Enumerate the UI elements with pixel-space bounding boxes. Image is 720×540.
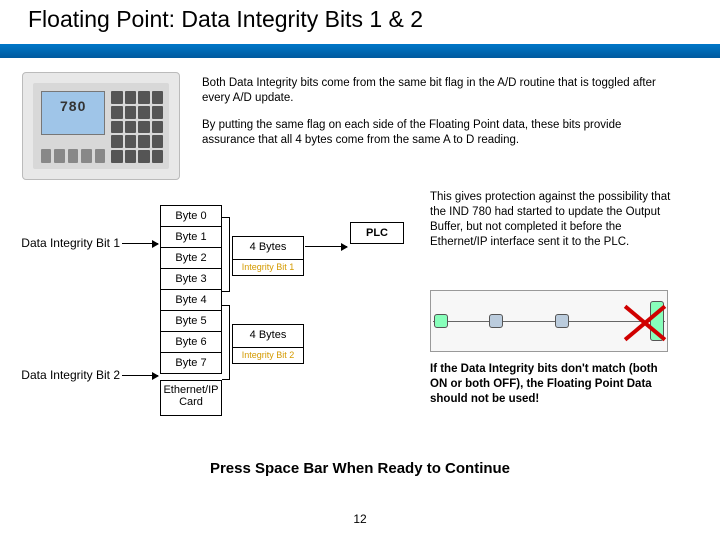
byte-cell: Byte 0: [160, 205, 222, 227]
group-1: 4 Bytes Integrity Bit 1: [232, 236, 304, 276]
byte-cell: Byte 7: [160, 352, 222, 374]
page-number: 12: [0, 512, 720, 526]
plc-label: PLC: [350, 222, 404, 244]
header-accent-bar: [0, 44, 720, 58]
device-illustration: 780: [22, 72, 180, 180]
device-keypad: [111, 91, 163, 163]
byte-cell: Byte 4: [160, 289, 222, 311]
bus-diagram: [430, 290, 668, 352]
continue-prompt: Press Space Bar When Ready to Continue: [0, 460, 720, 477]
byte-column: Byte 0 Byte 1 Byte 2 Byte 3 Byte 4 Byte …: [160, 206, 222, 416]
side-paragraph-1: This gives protection against the possib…: [430, 190, 676, 250]
group-bytes-label: 4 Bytes: [233, 237, 303, 259]
page-title: Floating Point: Data Integrity Bits 1 & …: [28, 6, 702, 37]
integrity-bit-1-label: Integrity Bit 1: [233, 259, 303, 275]
intro-paragraph-2: By putting the same flag on each side of…: [202, 118, 672, 148]
group-bytes-label: 4 Bytes: [233, 325, 303, 347]
side-paragraph-2: If the Data Integrity bits don't match (…: [430, 362, 676, 407]
device-softkeys: [41, 149, 105, 163]
byte-cell: Byte 1: [160, 226, 222, 248]
ethernet-ip-card-label: Ethernet/IP Card: [160, 380, 222, 416]
data-integrity-bit-2-label: Data Integrity Bit 2: [0, 368, 120, 382]
data-integrity-bit-1-label: Data Integrity Bit 1: [0, 236, 120, 250]
byte-cell: Byte 5: [160, 310, 222, 332]
intro-text: Both Data Integrity bits come from the s…: [202, 76, 672, 160]
byte-cell: Byte 6: [160, 331, 222, 353]
byte-cell: Byte 3: [160, 268, 222, 290]
intro-paragraph-1: Both Data Integrity bits come from the s…: [202, 76, 672, 106]
arrow-icon: [122, 375, 158, 376]
bracket-icon: [222, 305, 230, 380]
bracket-icon: [222, 217, 230, 292]
group-2: 4 Bytes Integrity Bit 2: [232, 324, 304, 364]
cross-out-icon: [619, 295, 671, 347]
arrow-icon: [122, 243, 158, 244]
integrity-bit-2-label: Integrity Bit 2: [233, 347, 303, 363]
byte-cell: Byte 2: [160, 247, 222, 269]
slide-header: Floating Point: Data Integrity Bits 1 & …: [0, 0, 720, 58]
arrow-icon: [305, 246, 347, 247]
device-screen: 780: [41, 91, 105, 135]
